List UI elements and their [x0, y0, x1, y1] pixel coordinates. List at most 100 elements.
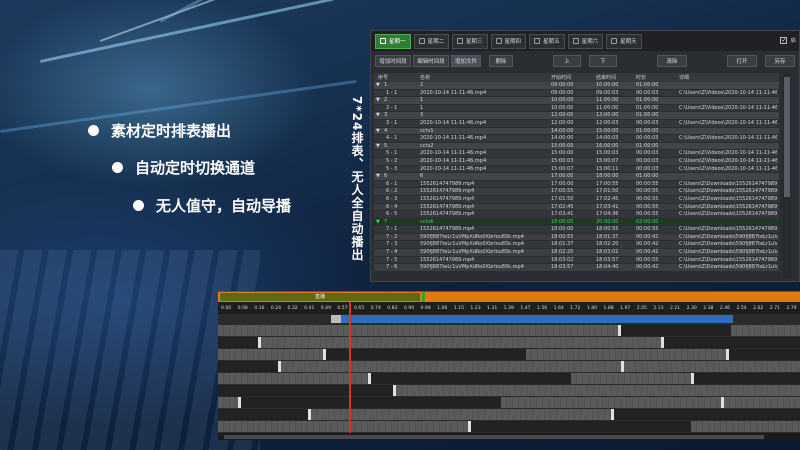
timeline-track[interactable] — [218, 385, 800, 396]
timeline-clip[interactable] — [218, 409, 308, 420]
timeline-clip[interactable] — [624, 361, 800, 372]
auto-checkbox[interactable]: ✓ 启 — [780, 36, 796, 44]
table-row[interactable]: 7 - 6 590fJ887teLr1uVMpXdRo0Xbrlou65k.mp4… — [374, 264, 779, 272]
timeline-clip[interactable] — [501, 397, 721, 408]
timeline-clip[interactable] — [261, 337, 661, 348]
expand-arrow-icon[interactable]: ▼ — [376, 97, 380, 104]
timeline-track[interactable] — [218, 397, 800, 408]
table-row[interactable]: 7 - 3 590fJ887teLr1uVMpXdRo0Xbrlou65k.mp4… — [374, 241, 779, 250]
timeline-clip[interactable] — [218, 397, 238, 408]
timeline-track[interactable] — [218, 361, 800, 372]
timeline-track[interactable] — [218, 325, 800, 336]
table-row[interactable]: 2 - 1 1 10:00:00 11:00:00 01:00:00 C:\Users\Z… — [374, 104, 779, 113]
timeline-clip-head[interactable] — [331, 315, 341, 323]
timeline-track[interactable] — [218, 373, 800, 384]
timeline-clip[interactable] — [664, 337, 800, 348]
timeline-clip[interactable] — [729, 349, 800, 360]
table-row[interactable]: ▼ 2 1 10:00:00 11:00:00 01:00:00 — [374, 97, 779, 105]
expand-arrow-icon[interactable]: ▼ — [376, 128, 380, 135]
table-row[interactable]: 5 - 1 2020-10-14 11-11-46.mp4 15:00:00 15:0… — [374, 150, 779, 158]
timeline-marker[interactable] — [422, 292, 425, 302]
table-row[interactable]: ▼ 1 2 09:00:00 10:00:00 01:00:00 — [374, 82, 779, 90]
add-file-button[interactable]: 增加文件 — [451, 55, 481, 67]
col-seq[interactable]: 序号 — [378, 74, 388, 81]
timeline-clip[interactable] — [281, 361, 621, 372]
table-row[interactable]: 7 - 4 590fJ887teLr1uVMpXdRo0Xbrlou65k.mp4… — [374, 249, 779, 257]
table-row[interactable]: ▼ 4 cctv1 14:00:00 15:00:00 01:00:00 — [374, 127, 779, 136]
table-row[interactable]: 4 - 1 2020-10-14 11-11-46.mp4 14:00:00 14:0… — [374, 135, 779, 143]
timeline-clip[interactable] — [694, 373, 800, 384]
col-end[interactable]: 结束时间 — [596, 74, 616, 81]
table-row[interactable]: 6 - 2 155261474798​9.mp4 17:00:55 17:01:50 0… — [374, 188, 779, 196]
timeline-clip[interactable] — [218, 337, 258, 348]
col-name[interactable]: 名称 — [420, 74, 430, 81]
timeline-clip[interactable] — [371, 373, 571, 384]
timeline-track[interactable] — [218, 409, 800, 420]
timeline-clip[interactable] — [731, 325, 800, 336]
add-time-button[interactable]: 增加时间段 — [375, 55, 411, 67]
timeline-clip[interactable] — [614, 409, 800, 420]
timeline-clip[interactable] — [311, 409, 611, 420]
table-row[interactable]: 1 - 1 2020-10-14 11-11-46.mp4 09:00:00 09:0… — [374, 89, 779, 98]
expand-arrow-icon[interactable]: ▼ — [376, 219, 380, 226]
edit-time-button[interactable]: 编辑时间段 — [413, 55, 449, 67]
timeline-clip[interactable] — [326, 349, 526, 360]
tab-thursday[interactable]: 星期四 — [490, 33, 527, 49]
timeline-clip[interactable] — [571, 373, 691, 384]
timeline-clip[interactable] — [724, 397, 800, 408]
timeline-scrollbar[interactable] — [218, 433, 800, 440]
table-row[interactable]: ▼ 3 3 12:00:00 13:00:00 01:00:00 — [374, 112, 779, 120]
table-row[interactable]: 5 - 3 2020-10-14 11-11-46.mp4 15:00:07 15:0… — [374, 165, 779, 174]
expand-arrow-icon[interactable]: ▼ — [376, 112, 380, 119]
tab-sunday[interactable]: 星期天 — [606, 33, 642, 49]
timeline-clip[interactable] — [218, 421, 468, 432]
table-row[interactable]: 7 - 1 155261474798​9.mp4 18:00:00 18:00:55 0… — [374, 226, 779, 234]
table-row[interactable]: 3 - 1 2020-10-14 11-11-46.mp4 12:00:00 12:0… — [374, 119, 779, 128]
delete-button[interactable]: 删除 — [489, 55, 513, 67]
timeline-track[interactable] — [218, 421, 800, 432]
timeline-clip[interactable] — [526, 349, 726, 360]
tab-wednesday[interactable]: 星期三 — [452, 33, 488, 49]
table-row[interactable]: ▼ 7 cctv6 18:00:00 20:00:00 02:00:00 — [374, 218, 779, 227]
timeline-track[interactable] — [218, 337, 800, 348]
timeline-clip[interactable] — [218, 325, 618, 336]
table-row[interactable]: 6 - 5 155261474798​9.mp4 17:03:41 17:04:36 0… — [374, 211, 779, 219]
tab-saturday[interactable]: 星期六 — [567, 33, 604, 49]
timeline-clip[interactable] — [471, 421, 691, 432]
timeline-clip[interactable] — [396, 385, 800, 396]
scrollbar-thumb[interactable] — [784, 77, 790, 197]
col-duration[interactable]: 时长 — [636, 74, 646, 81]
expand-arrow-icon[interactable]: ▼ — [376, 82, 380, 89]
open-button[interactable]: 打开 — [727, 55, 757, 67]
move-up-button[interactable]: 上 — [553, 55, 581, 67]
table-row[interactable]: ▼ 6 6 17:00:00 18:00:00 01:00:00 — [374, 173, 779, 181]
expand-arrow-icon[interactable]: ▼ — [376, 173, 380, 180]
table-row[interactable]: 6 - 4 155261474798​9.mp4 17:02:45 17:03:41 0… — [374, 203, 779, 212]
timeline-clip[interactable] — [218, 361, 278, 372]
timeline-clip[interactable] — [218, 385, 393, 396]
timeline-clip[interactable] — [218, 373, 368, 384]
vertical-scrollbar[interactable] — [783, 73, 791, 278]
timeline-clip-blue[interactable] — [331, 315, 733, 323]
table-row[interactable]: 5 - 2 2020-10-14 11-11-46.mp4 15:00:03 15:0… — [374, 157, 779, 166]
clear-button[interactable]: 清除 — [657, 55, 687, 67]
playhead[interactable] — [349, 302, 351, 440]
timeline-clip[interactable] — [621, 325, 731, 336]
table-row[interactable]: 7 - 5 155261474798​9.mp4 18:03:02 18:03:57 0… — [374, 256, 779, 265]
table-row[interactable]: 6 - 1 155261474798​9.mp4 17:00:00 17:00:55 0… — [374, 180, 779, 189]
timeline-track[interactable] — [218, 349, 800, 360]
timeline-ruler[interactable]: 0.00 0.08 0.16 0.24 0.32 0.41 0.49 0.57 0.65 0.74… — [218, 302, 800, 314]
col-start[interactable]: 开始时间 — [551, 74, 571, 81]
tab-tuesday[interactable]: 星期二 — [413, 33, 450, 49]
tab-monday[interactable]: 星期一 — [375, 33, 411, 49]
timeline-clip[interactable] — [691, 421, 800, 432]
timeline-clip[interactable] — [218, 349, 323, 360]
save-as-button[interactable]: 另存 — [765, 55, 795, 67]
scrollbar-thumb[interactable] — [224, 435, 764, 439]
move-down-button[interactable]: 下 — [589, 55, 617, 67]
table-row[interactable]: 7 - 2 590fJ887teLr1uVMpXdRo0Xbrlou65k.mp4… — [374, 233, 779, 242]
col-detail[interactable]: 详细 — [679, 74, 689, 81]
table-row[interactable]: 6 - 3 155261474798​9.mp4 17:01:50 17:02:45 0… — [374, 195, 779, 204]
timeline-live-segment[interactable]: 直播 — [220, 293, 420, 301]
timeline-clip[interactable] — [241, 397, 501, 408]
